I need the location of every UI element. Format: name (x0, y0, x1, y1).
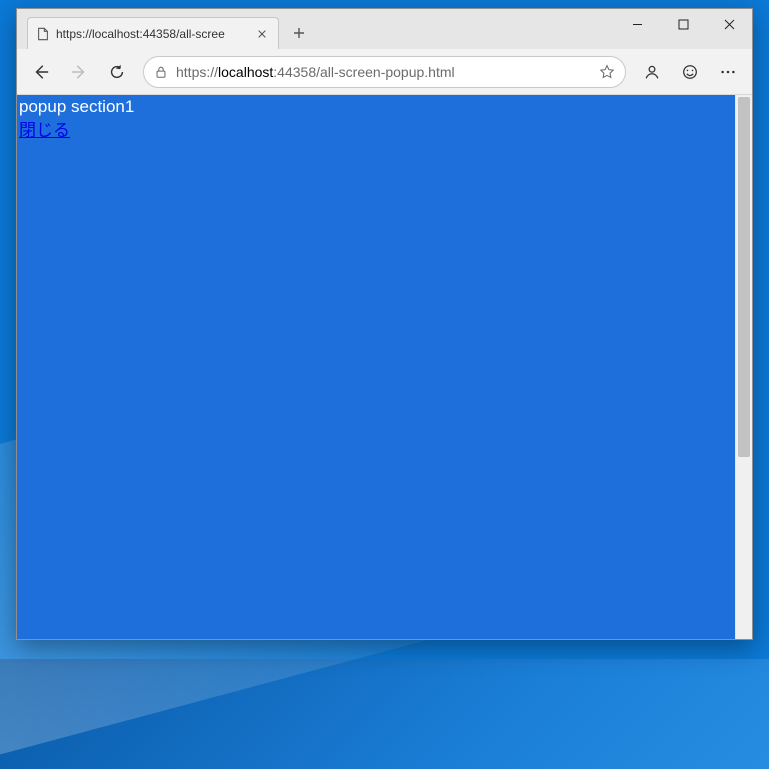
browser-window: https://localhost:44358/all-scree (16, 8, 753, 640)
tab-close-button[interactable] (254, 26, 270, 42)
url-prefix: https:// (176, 64, 218, 80)
lock-icon (154, 65, 168, 79)
address-bar[interactable]: https://localhost:44358/all-screen-popup… (143, 56, 626, 88)
favorite-icon[interactable] (599, 64, 615, 80)
close-link[interactable]: 閉じる (17, 119, 72, 143)
content-area: popup section1 閉じる (17, 95, 752, 639)
titlebar: https://localhost:44358/all-scree (17, 9, 752, 49)
toolbar: https://localhost:44358/all-screen-popup… (17, 49, 752, 95)
profile-button[interactable] (634, 54, 670, 90)
minimize-button[interactable] (614, 9, 660, 39)
browser-tab[interactable]: https://localhost:44358/all-scree (27, 17, 279, 49)
feedback-button[interactable] (672, 54, 708, 90)
refresh-button[interactable] (99, 54, 135, 90)
new-tab-button[interactable] (285, 19, 313, 47)
popup-section-title: popup section1 (17, 95, 735, 119)
address-text: https://localhost:44358/all-screen-popup… (176, 64, 591, 80)
scrollbar-thumb[interactable] (738, 97, 750, 457)
maximize-button[interactable] (660, 9, 706, 39)
url-suffix: :44358/all-screen-popup.html (273, 64, 454, 80)
more-button[interactable] (710, 54, 746, 90)
tab-title: https://localhost:44358/all-scree (56, 27, 248, 41)
page-icon (36, 27, 50, 41)
url-host: localhost (218, 64, 273, 80)
back-button[interactable] (23, 54, 59, 90)
window-controls (614, 9, 752, 39)
page-body: popup section1 閉じる (17, 95, 735, 639)
scrollbar[interactable] (735, 95, 752, 639)
close-window-button[interactable] (706, 9, 752, 39)
forward-button[interactable] (61, 54, 97, 90)
